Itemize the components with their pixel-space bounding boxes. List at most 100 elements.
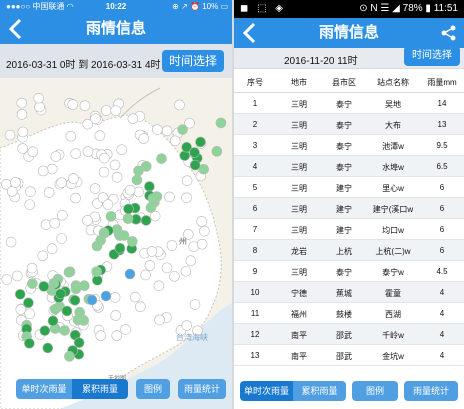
tab-single-hour[interactable]: 单时次雨量 [240, 381, 293, 401]
station-marker[interactable] [174, 99, 185, 111]
station-marker[interactable] [146, 246, 158, 257]
station-marker[interactable] [124, 268, 136, 280]
station-marker[interactable] [109, 292, 121, 303]
station-marker[interactable] [195, 136, 206, 148]
station-marker[interactable] [122, 213, 134, 224]
station-marker[interactable] [56, 177, 67, 188]
station-marker[interactable] [99, 152, 110, 164]
station-marker[interactable] [189, 147, 200, 158]
table-row[interactable]: 1 三明 泰宁 吴地 14 [234, 93, 464, 114]
station-marker[interactable] [177, 124, 188, 135]
station-marker[interactable] [127, 236, 138, 247]
station-marker[interactable] [185, 255, 197, 266]
station-marker[interactable] [131, 174, 143, 186]
station-marker[interactable] [189, 159, 201, 171]
table-row[interactable]: 2 三明 泰宁 大布 13 [234, 114, 464, 135]
station-marker[interactable] [25, 186, 36, 197]
station-marker[interactable] [10, 177, 21, 188]
station-marker[interactable] [49, 217, 61, 229]
station-marker[interactable] [102, 199, 114, 210]
station-marker[interactable] [147, 193, 159, 204]
station-marker[interactable] [16, 97, 28, 109]
station-marker[interactable] [127, 113, 139, 125]
station-marker[interactable] [211, 146, 223, 157]
station-marker[interactable] [12, 270, 23, 282]
station-marker[interactable] [70, 192, 81, 204]
station-marker[interactable] [140, 161, 152, 172]
station-marker[interactable] [55, 288, 66, 300]
station-marker[interactable] [114, 242, 126, 254]
station-marker[interactable] [27, 146, 39, 158]
station-marker[interactable] [24, 338, 35, 349]
station-marker[interactable] [47, 315, 59, 327]
station-marker[interactable] [16, 109, 28, 120]
station-marker[interactable] [100, 290, 112, 302]
tab-accumulated[interactable]: 累积雨量 [293, 381, 346, 401]
station-marker[interactable] [196, 216, 207, 227]
station-marker[interactable] [156, 153, 167, 164]
station-marker[interactable] [37, 250, 48, 262]
station-marker[interactable] [215, 117, 227, 129]
station-marker[interactable] [27, 278, 38, 289]
station-marker[interactable] [82, 146, 94, 157]
station-marker[interactable] [98, 227, 110, 239]
station-marker[interactable] [79, 100, 91, 111]
station-marker[interactable] [46, 243, 58, 255]
station-marker[interactable] [166, 240, 178, 251]
table-row[interactable]: 8 龙岩 上杭 上杭(二)w 6 [234, 240, 464, 261]
station-marker[interactable] [68, 173, 79, 184]
rain-stats-button[interactable]: 雨量统计 [178, 379, 226, 399]
station-marker[interactable] [140, 215, 152, 226]
station-marker[interactable] [70, 148, 82, 159]
table-row[interactable]: 7 三明 建宁 均口w 6 [234, 219, 464, 240]
station-marker[interactable] [111, 330, 123, 341]
station-marker[interactable] [181, 175, 193, 186]
station-marker[interactable] [181, 192, 192, 204]
station-marker[interactable] [24, 308, 35, 320]
station-marker[interactable] [17, 126, 29, 138]
table-row[interactable]: 5 三明 建宁 里心w 6 [234, 177, 464, 198]
station-marker[interactable] [14, 288, 26, 300]
station-marker[interactable] [153, 280, 165, 292]
station-marker[interactable] [56, 233, 67, 244]
table-row[interactable]: 10 宁德 蕉城 霍童 4 [234, 282, 464, 303]
station-marker[interactable] [24, 199, 36, 210]
station-marker[interactable] [140, 269, 151, 281]
station-marker[interactable] [43, 187, 55, 198]
legend-button[interactable]: 图例 [352, 381, 398, 401]
table-row[interactable]: 4 三明 泰宁 水埠w 6.5 [234, 156, 464, 177]
station-marker[interactable] [196, 238, 208, 250]
station-marker[interactable] [180, 265, 192, 277]
station-marker[interactable] [111, 171, 123, 183]
station-marker[interactable] [63, 266, 75, 278]
station-marker[interactable] [144, 181, 155, 192]
rain-stats-button[interactable]: 雨量统计 [404, 381, 458, 401]
time-select-button[interactable]: 时间选择 [404, 46, 460, 66]
station-marker[interactable] [98, 166, 110, 178]
table-row[interactable]: 6 三明 建宁 建宁(溪口w 6 [234, 198, 464, 219]
station-marker[interactable] [105, 211, 117, 222]
legend-button[interactable]: 图例 [136, 379, 170, 399]
station-marker[interactable] [129, 291, 141, 303]
station-marker[interactable] [37, 165, 49, 177]
station-marker[interactable] [57, 209, 68, 221]
station-marker[interactable] [124, 184, 136, 196]
tab-accumulated[interactable]: 累积雨量 [72, 379, 128, 399]
station-marker[interactable] [42, 342, 54, 354]
station-marker[interactable] [144, 260, 156, 271]
table-row[interactable]: 11 福州 鼓楼 西湖 4 [234, 303, 464, 324]
station-marker[interactable] [1, 274, 13, 285]
station-marker[interactable] [94, 130, 106, 141]
table-row[interactable]: 3 三明 泰宁 池潭w 9.5 [234, 135, 464, 156]
station-marker[interactable] [17, 143, 28, 154]
station-marker[interactable] [161, 125, 173, 137]
station-marker[interactable] [38, 281, 50, 292]
station-marker[interactable] [100, 105, 112, 116]
station-marker[interactable] [73, 337, 85, 348]
station-marker[interactable] [40, 219, 52, 230]
station-marker[interactable] [26, 262, 38, 274]
station-marker[interactable] [34, 101, 45, 113]
station-marker[interactable] [61, 305, 73, 317]
station-marker[interactable] [133, 186, 145, 198]
station-marker[interactable] [78, 315, 89, 326]
